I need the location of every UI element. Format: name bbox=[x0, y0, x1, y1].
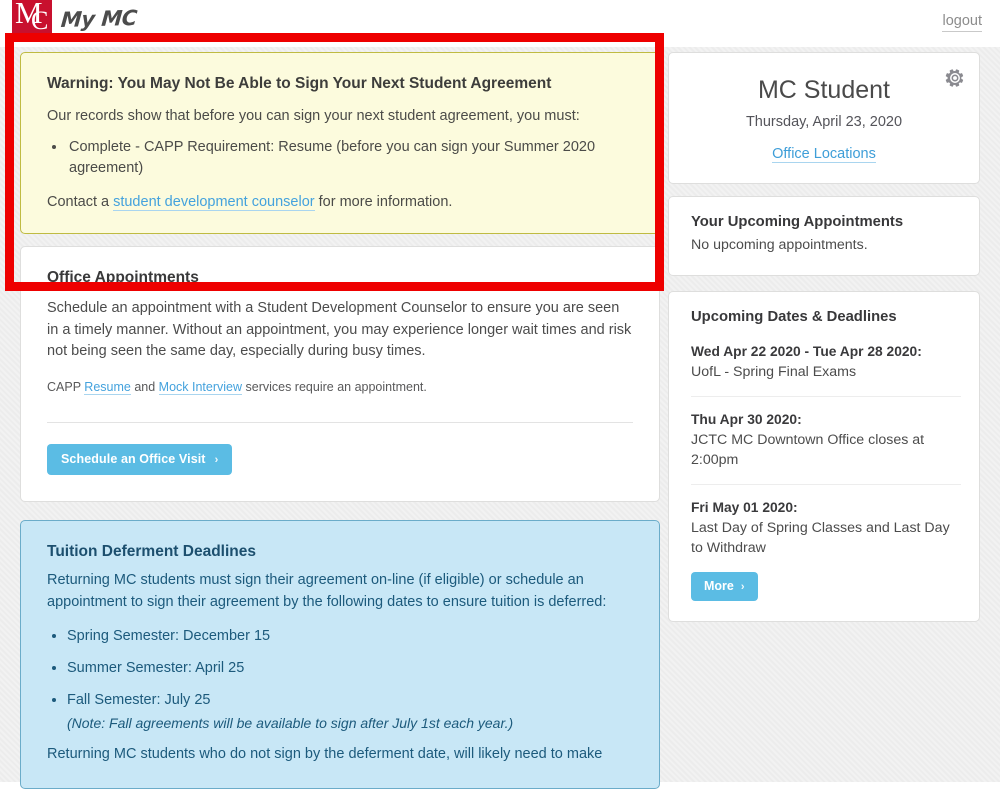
schedule-office-visit-label: Schedule an Office Visit bbox=[61, 452, 206, 467]
chevron-right-icon: › bbox=[214, 454, 219, 467]
warning-lead-text: Our records show that before you can sig… bbox=[47, 107, 580, 124]
mc-logo-icon: M C bbox=[12, 0, 52, 38]
sidebar-column: MC Student Thursday, April 23, 2020 Offi… bbox=[668, 48, 980, 622]
chevron-right-icon: › bbox=[740, 580, 745, 593]
office-appointments-card: Office Appointments Schedule an appointm… bbox=[20, 245, 660, 503]
list-item: Thu Apr 30 2020: JCTC MC Downtown Office… bbox=[691, 396, 961, 470]
upcoming-appointments-card: Your Upcoming Appointments No upcoming a… bbox=[668, 195, 980, 277]
upcoming-appointments-empty-text: No upcoming appointments. bbox=[691, 236, 868, 253]
resume-link[interactable]: Resume bbox=[84, 379, 131, 395]
tuition-deferment-panel: Tuition Deferment Deadlines Returning MC… bbox=[20, 520, 660, 789]
capp-note-prefix: CAPP bbox=[47, 379, 85, 394]
deadline-description: Last Day of Spring Classes and Last Day … bbox=[691, 519, 950, 556]
warning-title: Warning: You May Not Be Able to Sign You… bbox=[47, 75, 552, 92]
deadline-date-label: Thu Apr 30 2020 bbox=[691, 412, 798, 428]
warning-requirement-list: Complete - CAPP Requirement: Resume (bef… bbox=[47, 137, 633, 179]
section-divider bbox=[47, 422, 633, 424]
warning-footer-text: Contact a student development counselor … bbox=[47, 192, 633, 213]
student-development-counselor-link[interactable]: student development counselor bbox=[113, 193, 315, 211]
list-item: Fall Semester: July 25 (Note: Fall agreem… bbox=[67, 690, 633, 733]
warning-footer-suffix: for more information. bbox=[314, 193, 453, 210]
capp-note-suffix: services require an appointment. bbox=[242, 379, 427, 394]
more-dates-label: More bbox=[704, 578, 734, 593]
deadline-note: (Note: Fall agreements will be available… bbox=[67, 715, 514, 732]
current-date: Thursday, April 23, 2020 bbox=[745, 113, 903, 130]
capp-services-note: CAPP Resume and Mock Interview services … bbox=[47, 379, 633, 397]
student-identity-card: MC Student Thursday, April 23, 2020 Offi… bbox=[668, 52, 980, 184]
tuition-deferment-footer: Returning MC students who do not sign by… bbox=[47, 746, 603, 763]
logo-wordmark: My MC bbox=[59, 6, 138, 32]
schedule-office-visit-button[interactable]: Schedule an Office Visit › bbox=[47, 444, 233, 476]
deadline-colon: : bbox=[917, 344, 922, 360]
student-agreement-warning-panel: Warning: You May Not Be Able to Sign You… bbox=[20, 52, 660, 234]
student-name: MC Student bbox=[757, 76, 890, 104]
deadline-text: Summer Semester: April 25 bbox=[67, 660, 245, 677]
upcoming-dates-deadlines-card: Upcoming Dates & Deadlines Wed Apr 22 20… bbox=[668, 291, 980, 622]
capp-note-conjunction: and bbox=[130, 379, 159, 394]
list-item: Complete - CAPP Requirement: Resume (bef… bbox=[67, 137, 633, 179]
more-dates-button[interactable]: More › bbox=[691, 571, 758, 601]
deadline-date-label: Fri May 01 2020 bbox=[691, 500, 794, 515]
deadline-text: Fall Semester: July 25 bbox=[67, 692, 211, 709]
deadline-colon: : bbox=[793, 500, 798, 515]
office-locations-link[interactable]: Office Locations bbox=[772, 146, 876, 163]
warning-footer-prefix: Contact a bbox=[47, 193, 114, 210]
logout-link[interactable]: logout bbox=[942, 13, 982, 32]
deadline-colon: : bbox=[797, 412, 802, 428]
deadline-text: Spring Semester: December 15 bbox=[67, 628, 271, 645]
office-appointments-title: Office Appointments bbox=[47, 268, 199, 286]
upcoming-appointments-title: Your Upcoming Appointments bbox=[691, 213, 904, 230]
logo-letter-c: C bbox=[31, 6, 49, 35]
deadline-date-label: Wed Apr 22 2020 - Tue Apr 28 2020 bbox=[691, 344, 918, 360]
tuition-deferment-paragraph: Returning MC students must sign their ag… bbox=[47, 572, 607, 610]
list-item: Wed Apr 22 2020 - Tue Apr 28 2020: UofL … bbox=[691, 329, 961, 382]
page-background: M C My MC logout Warning: You May Not Be… bbox=[0, 0, 1000, 789]
main-content-column: Warning: You May Not Be Able to Sign You… bbox=[20, 48, 660, 789]
list-item: Summer Semester: April 25 bbox=[67, 658, 633, 679]
list-item: Spring Semester: December 15 bbox=[67, 626, 633, 647]
list-item: Fri May 01 2020: Last Day of Spring Clas… bbox=[691, 484, 961, 558]
mock-interview-link[interactable]: Mock Interview bbox=[158, 379, 243, 395]
tuition-deadline-list: Spring Semester: December 15 Summer Seme… bbox=[47, 626, 633, 733]
deadline-description: UofL - Spring Final Exams bbox=[691, 363, 857, 380]
office-appointments-paragraph: Schedule an appointment with a Student D… bbox=[47, 300, 632, 360]
gear-icon[interactable] bbox=[944, 67, 966, 89]
top-header-bar: M C My MC logout bbox=[0, 0, 1000, 47]
tuition-deferment-title: Tuition Deferment Deadlines bbox=[47, 543, 256, 561]
deadline-description: JCTC MC Downtown Office closes at 2:00pm bbox=[691, 431, 925, 468]
site-logo[interactable]: M C My MC bbox=[12, 0, 138, 38]
upcoming-dates-title: Upcoming Dates & Deadlines bbox=[691, 309, 897, 326]
